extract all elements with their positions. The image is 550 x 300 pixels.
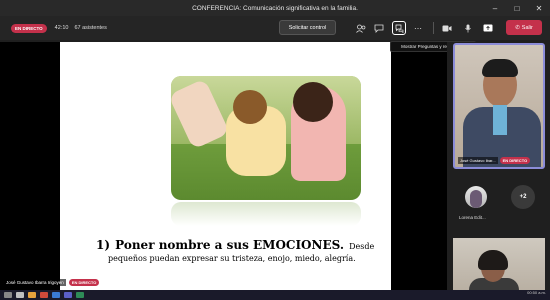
start-icon[interactable]: [4, 292, 12, 298]
qna-icon[interactable]: [392, 21, 406, 35]
presenter-tag: José Gustavo Ibarra Irigoyen EN DIRECTO: [4, 278, 100, 287]
share-icon[interactable]: [481, 21, 495, 35]
slide-heading-bold: Poner nombre a sus EMOCIONES.: [115, 238, 345, 252]
taskbar-app-icon[interactable]: [40, 292, 48, 298]
participant-name: Lorena Edit...: [459, 215, 486, 220]
shared-content-stage: 1) Poner nombre a sus EMOCIONES. Desde p…: [0, 42, 447, 290]
video-tile-label: José Gustavo Ibar... EN DIRECTO: [458, 157, 531, 164]
presenter-live-badge: EN DIRECTO: [68, 279, 100, 286]
more-options-icon[interactable]: ⋯: [411, 21, 425, 35]
slide-heading-number: 1): [96, 238, 111, 252]
mic-icon[interactable]: [461, 21, 475, 35]
presenter-name: José Gustavo Ibarra Irigoyen: [4, 279, 66, 286]
photo-reflection: [171, 202, 361, 226]
video-tile-live-badge: EN DIRECTO: [499, 157, 531, 164]
camera-icon[interactable]: [440, 21, 454, 35]
meeting-timer: 42:10: [54, 25, 69, 31]
more-participants-button[interactable]: +2: [511, 185, 535, 209]
meeting-toolbar: EN DIRECTO 42:10 67 asistentes Solicitar…: [0, 16, 550, 40]
maximize-icon[interactable]: □: [506, 0, 528, 16]
participants-panel: José Gustavo Ibar... EN DIRECTO Lorena E…: [447, 42, 550, 290]
video-tile-name: José Gustavo Ibar...: [458, 157, 498, 164]
close-icon[interactable]: ✕: [528, 0, 550, 16]
presenter-video-tile[interactable]: José Gustavo Ibar... EN DIRECTO: [453, 43, 545, 169]
slide-subtext: pequeños puedan expresar su tristeza, en…: [108, 254, 356, 263]
leave-label: Salir: [521, 24, 533, 31]
request-control-button[interactable]: Solicitar control: [279, 20, 336, 35]
attendee-count: 67 asistentes: [74, 25, 107, 31]
slide-heading-rest: Desde: [349, 242, 375, 251]
participants-icon[interactable]: [354, 21, 368, 35]
taskbar-clock: 00:50 a.m.: [527, 290, 546, 295]
toolbar-divider: [433, 22, 434, 34]
chat-icon[interactable]: [372, 21, 386, 35]
slide-heading: 1) Poner nombre a sus EMOCIONES. Desde: [96, 234, 386, 253]
leave-button[interactable]: ✆ Salir: [506, 20, 542, 35]
taskbar-app-icon[interactable]: [28, 292, 36, 298]
taskbar-app-icon[interactable]: [52, 292, 60, 298]
os-taskbar: 00:50 a.m.: [0, 290, 550, 300]
phone-icon: ✆: [515, 24, 520, 31]
window-title: CONFERENCIA: Comunicación significativa …: [192, 4, 358, 12]
minimize-icon[interactable]: –: [484, 0, 506, 16]
taskbar-app-icon[interactable]: [16, 292, 24, 298]
slide-photo: [171, 76, 361, 200]
taskbar-app-icon[interactable]: [76, 292, 84, 298]
avatar[interactable]: [465, 186, 487, 208]
window-controls: – □ ✕: [484, 0, 550, 16]
presentation-slide: 1) Poner nombre a sus EMOCIONES. Desde p…: [60, 42, 391, 290]
taskbar-app-icon[interactable]: [64, 292, 72, 298]
window-titlebar: CONFERENCIA: Comunicación significativa …: [0, 0, 550, 16]
live-badge: EN DIRECTO: [11, 23, 47, 33]
participant-video-tile[interactable]: [453, 238, 545, 290]
